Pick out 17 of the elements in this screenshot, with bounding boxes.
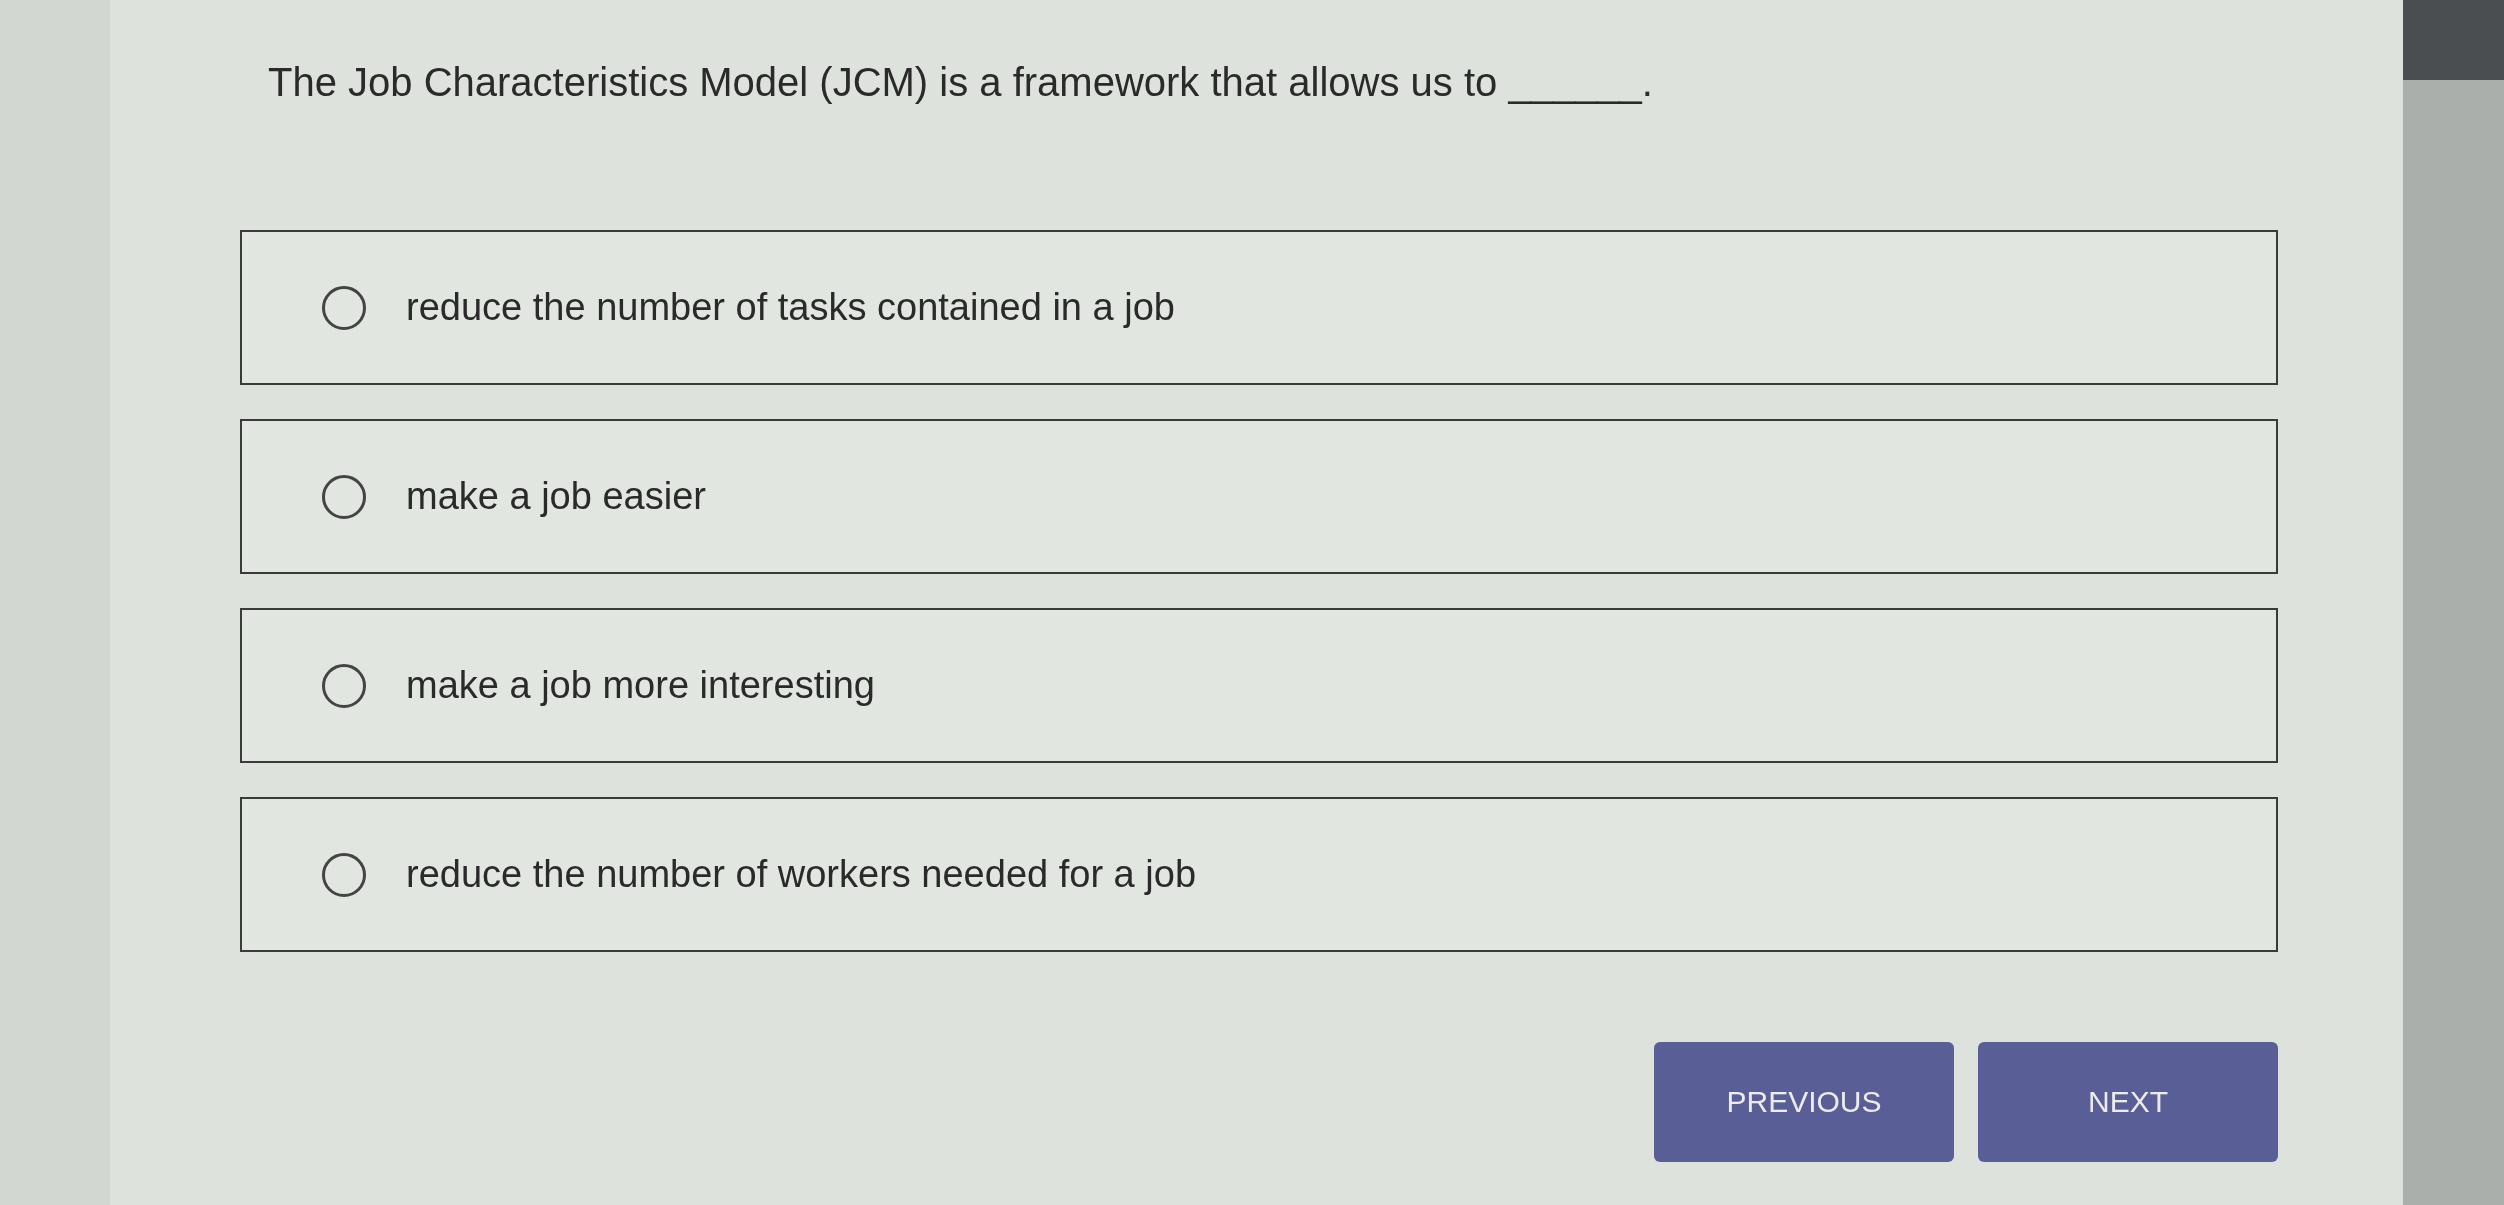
option-label: reduce the number of tasks contained in a job [406, 284, 1175, 330]
question-text: The Job Characteristics Model (JCM) is a framework that allows us to ______. [268, 59, 1654, 106]
radio-button-icon[interactable] [322, 285, 366, 330]
radio-button-icon[interactable] [322, 663, 366, 708]
option-label: make a job easier [406, 473, 706, 519]
radio-button-icon[interactable] [322, 852, 366, 897]
radio-button-icon[interactable] [322, 474, 366, 519]
answer-option[interactable]: reduce the number of workers needed for a job [240, 797, 2278, 952]
option-label: make a job more interesting [406, 662, 875, 708]
scrollbar-thumb[interactable] [2403, 0, 2504, 80]
answer-option[interactable]: make a job more interesting [240, 608, 2278, 763]
answer-option[interactable]: reduce the number of tasks contained in a job [240, 230, 2278, 385]
option-label: reduce the number of workers needed for a job [406, 851, 1197, 897]
previous-button[interactable]: PREVIOUS [1654, 1042, 1954, 1162]
scrollbar-track[interactable] [2403, 0, 2504, 1205]
next-button[interactable]: NEXT [1978, 1042, 2278, 1162]
answer-option[interactable]: make a job easier [240, 419, 2278, 574]
